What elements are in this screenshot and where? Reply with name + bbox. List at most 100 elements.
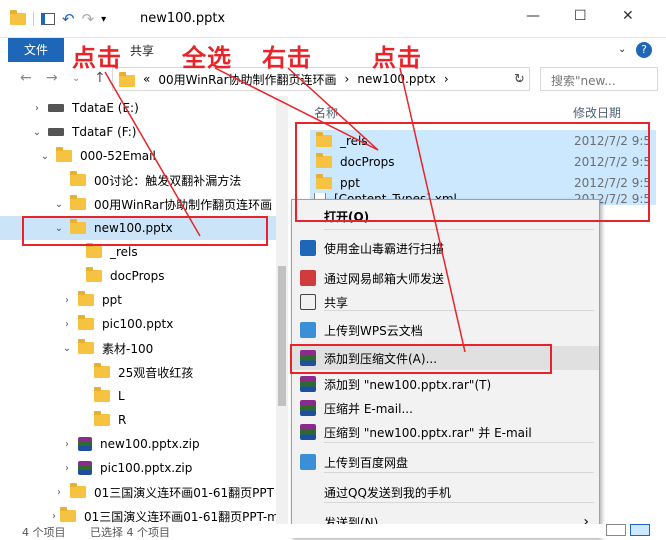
context-menu-item[interactable]: 压缩并 E-mail... xyxy=(292,396,599,420)
breadcrumb-item[interactable]: new100.pptx xyxy=(357,72,436,86)
context-menu-item[interactable]: 使用金山毒霸进行扫描 xyxy=(292,236,599,260)
tree-item[interactable]: › 01三国演义连环画01-61翻页PPT-m xyxy=(0,504,279,524)
column-header-name[interactable]: 名称 xyxy=(314,104,338,121)
context-menu-item[interactable]: 通过QQ发送到我的手机 xyxy=(292,480,599,504)
context-menu-item[interactable]: 共享 xyxy=(292,290,599,314)
highlight-box-selection xyxy=(295,122,650,222)
tree-scrollbar[interactable] xyxy=(276,96,288,524)
folder-icon xyxy=(10,10,26,25)
annotation-click-menu: 点击 xyxy=(372,44,422,72)
context-menu-label: 共享 xyxy=(324,295,349,310)
refresh-icon[interactable]: ↻ xyxy=(514,72,525,87)
tree-item-label: new100.pptx.zip xyxy=(100,437,200,451)
tree-item[interactable]: › TdataE (E:) xyxy=(0,96,276,120)
help-button[interactable]: ? xyxy=(636,42,652,58)
cloud-icon xyxy=(300,322,316,338)
folder-icon xyxy=(56,147,72,162)
column-header-date[interactable]: 修改日期 xyxy=(573,104,621,121)
winrar-icon xyxy=(300,424,316,440)
context-menu-label: 通过网易邮箱大师发送 xyxy=(324,271,445,286)
redo-icon[interactable]: ↷ xyxy=(82,10,95,28)
tree-item[interactable]: ⌄ 00用WinRar协助制作翻页连环画 xyxy=(0,192,276,216)
expander-icon[interactable]: › xyxy=(60,295,74,306)
folder-icon xyxy=(94,411,110,426)
highlight-box-menu-item xyxy=(290,344,552,374)
tree-item[interactable]: 00讨论：触发双翻补漏方法 xyxy=(0,168,276,192)
tree-item[interactable]: docProps xyxy=(0,264,276,288)
undo-icon[interactable]: ↶ xyxy=(62,10,75,28)
context-menu-label: 使用金山毒霸进行扫描 xyxy=(324,241,445,256)
tree-item[interactable]: › pic100.pptx xyxy=(0,312,276,336)
tab-share[interactable]: 共享 xyxy=(130,42,154,59)
tree-item[interactable]: ⌄ 素材-100 xyxy=(0,336,276,360)
expander-icon[interactable]: › xyxy=(52,487,66,498)
tree-item[interactable]: R xyxy=(0,408,276,432)
baidu-icon xyxy=(300,454,316,470)
forward-arrow-icon[interactable]: → xyxy=(46,70,58,86)
context-menu-item[interactable]: 上传到WPS云文档 xyxy=(292,318,599,342)
expander-icon[interactable]: › xyxy=(52,511,56,522)
expander-icon[interactable]: › xyxy=(60,319,74,330)
tree-item[interactable]: L xyxy=(0,384,276,408)
tree-item[interactable]: › new100.pptx.zip xyxy=(0,432,276,456)
context-menu-item[interactable]: 上传到百度网盘 xyxy=(292,450,599,474)
zip-archive-icon xyxy=(78,437,92,451)
shield-icon xyxy=(300,240,316,256)
tree-item[interactable]: 25观音收红孩 xyxy=(0,360,276,384)
recent-locations-icon[interactable]: ⌄ xyxy=(72,73,80,84)
expander-icon[interactable]: ⌄ xyxy=(30,127,44,138)
scrollbar-thumb[interactable] xyxy=(278,266,286,406)
tree-item[interactable]: › ppt xyxy=(0,288,276,312)
breadcrumb-item[interactable]: 00用WinRar协助制作翻页连环画 xyxy=(158,71,336,88)
customize-dropdown-icon[interactable]: ▾ xyxy=(101,14,106,25)
window-title: new100.pptx xyxy=(140,11,226,26)
tree-item[interactable]: ⌄ 000-52Email xyxy=(0,144,276,168)
tree-item-label: ppt xyxy=(102,293,122,307)
tree-item-label: 01三国演义连环画01-61翻页PPT xyxy=(94,485,274,500)
search-input[interactable]: 搜索"new... xyxy=(540,67,658,91)
expander-icon[interactable]: ⌄ xyxy=(60,343,74,354)
breadcrumb-separator[interactable]: › xyxy=(345,72,350,86)
close-button[interactable]: ✕ xyxy=(622,8,634,24)
tree-item-label: TdataE (E:) xyxy=(72,101,139,115)
tree-item-label: _rels xyxy=(110,245,138,259)
tree-item[interactable]: › pic100.pptx.zip xyxy=(0,456,276,480)
breadcrumb-overflow[interactable]: « xyxy=(143,72,150,86)
minimize-button[interactable]: — xyxy=(526,8,540,24)
expander-icon[interactable]: ⌄ xyxy=(52,199,66,210)
back-arrow-icon[interactable]: ← xyxy=(20,70,32,86)
breadcrumb-separator[interactable]: › xyxy=(444,72,449,86)
maximize-button[interactable]: ☐ xyxy=(574,8,587,24)
large-icons-view-icon[interactable] xyxy=(630,524,650,536)
folder-icon xyxy=(119,71,135,87)
folder-icon xyxy=(86,267,102,282)
status-bar: 4 个项目 已选择 4 个项目 xyxy=(0,524,666,539)
drive-icon xyxy=(48,104,64,112)
context-menu-label: 压缩到 "new100.pptx.rar" 并 E-mail xyxy=(324,425,532,440)
expander-icon[interactable]: › xyxy=(60,439,74,450)
tree-item[interactable]: ⌄ TdataF (F:) xyxy=(0,120,276,144)
tree-item-label: TdataF (F:) xyxy=(72,125,137,139)
context-menu-item[interactable]: 压缩到 "new100.pptx.rar" 并 E-mail xyxy=(292,420,599,444)
drive-icon xyxy=(48,128,64,136)
annotation-select-all: 全选 xyxy=(182,44,232,72)
tree-item-label: 000-52Email xyxy=(80,149,156,163)
folder-icon xyxy=(94,387,110,402)
expander-icon[interactable]: › xyxy=(30,103,44,114)
expand-ribbon-icon[interactable]: ⌄ xyxy=(618,44,626,55)
file-tab[interactable]: 文件 xyxy=(8,38,64,62)
expander-icon[interactable]: ⌄ xyxy=(38,151,52,162)
details-view-icon[interactable] xyxy=(606,524,626,536)
tree-item[interactable]: › 01三国演义连环画01-61翻页PPT xyxy=(0,480,276,504)
folder-icon xyxy=(60,507,76,522)
context-menu-item[interactable]: 添加到 "new100.pptx.rar"(T) xyxy=(292,372,599,396)
address-bar[interactable]: « 00用WinRar协助制作翻页连环画 › new100.pptx › ⌄ xyxy=(112,67,530,91)
share-icon xyxy=(300,294,316,310)
zip-archive-icon xyxy=(78,461,92,475)
annotation-click: 点击 xyxy=(72,44,122,72)
expander-icon[interactable]: › xyxy=(60,463,74,474)
properties-icon[interactable] xyxy=(41,13,55,25)
folder-icon xyxy=(70,195,86,210)
context-menu-item[interactable]: 通过网易邮箱大师发送 xyxy=(292,266,599,290)
mail-icon xyxy=(300,270,316,286)
